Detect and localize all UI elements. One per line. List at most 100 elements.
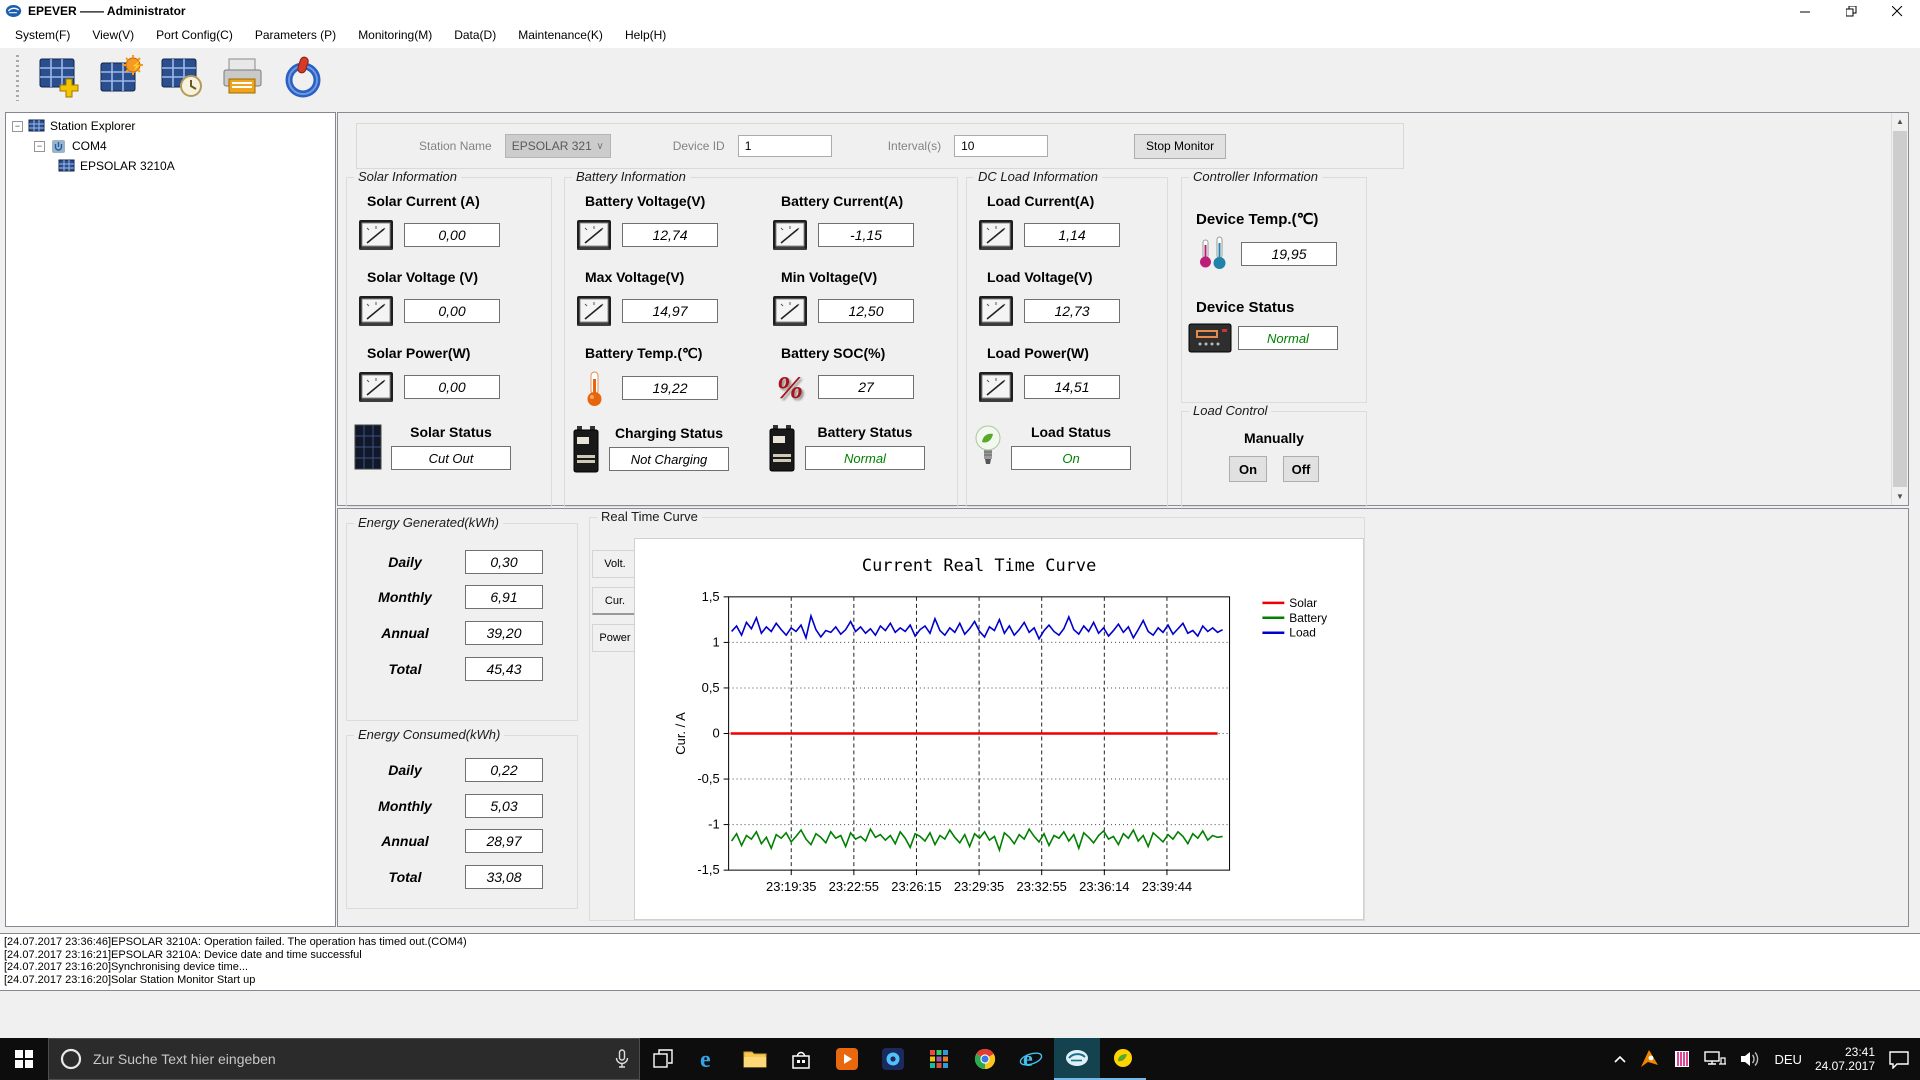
add-station-icon[interactable] (36, 55, 84, 101)
load-on-button[interactable]: On (1229, 456, 1267, 482)
menu-port-config[interactable]: Port Config(C) (145, 24, 244, 46)
meter-gauge-icon (771, 216, 809, 254)
file-explorer-icon[interactable] (732, 1038, 778, 1080)
device-temp-value: 19,95 (1241, 242, 1337, 266)
device-id-input[interactable]: 1 (737, 135, 832, 157)
gen-monthly-value: 6,91 (465, 585, 543, 609)
station-settings-icon[interactable]: ⚡ (97, 55, 145, 101)
station-name-select[interactable]: EPSOLAR 321 ∨ (504, 134, 611, 158)
battery-status-label: Battery Status (817, 424, 913, 440)
start-button[interactable] (0, 1038, 48, 1080)
app-grid-icon[interactable] (916, 1038, 962, 1080)
svg-text:Current Real Time Curve: Current Real Time Curve (862, 555, 1096, 575)
battery-status-value: Normal (805, 446, 925, 470)
chevron-up-icon[interactable] (1613, 1054, 1627, 1064)
player-app-icon[interactable] (870, 1038, 916, 1080)
microphone-icon[interactable] (615, 1049, 629, 1069)
gen-annual-label: Annual (381, 625, 429, 641)
battery-soc-value: 27 (818, 375, 914, 399)
load-off-button[interactable]: Off (1283, 456, 1319, 482)
stop-monitor-button[interactable]: Stop Monitor (1134, 133, 1227, 159)
taskbar-search-input[interactable]: Zur Suche Text hier eingeben (48, 1038, 640, 1080)
internet-explorer-icon[interactable]: e (1008, 1038, 1054, 1080)
svg-text:Battery: Battery (1289, 611, 1327, 625)
media-player-icon[interactable] (824, 1038, 870, 1080)
tab-power[interactable]: Power (592, 624, 638, 652)
charging-status-label: Charging Status (614, 425, 724, 441)
clock-time: 23:41 (1844, 1045, 1875, 1059)
menu-monitoring[interactable]: Monitoring(M) (347, 24, 443, 46)
menu-parameters[interactable]: Parameters (P) (244, 24, 347, 46)
svg-text:Solar: Solar (1289, 596, 1317, 610)
toolbar: ⚡ (0, 48, 1920, 108)
task-view-icon[interactable] (640, 1038, 686, 1080)
solar-voltage-value: 0,00 (404, 299, 500, 323)
action-center-icon[interactable] (1888, 1049, 1910, 1069)
battery-voltage-label: Battery Voltage(V) (585, 193, 706, 209)
cortana-icon (60, 1048, 82, 1070)
epever-app-taskbar-icon[interactable] (1054, 1038, 1100, 1080)
edge-icon[interactable]: e (686, 1038, 732, 1080)
meter-gauge-icon (357, 368, 395, 406)
scrollbar-thumb[interactable] (1892, 130, 1908, 488)
con-daily-label: Daily (388, 762, 422, 778)
controller-device-icon (1188, 323, 1232, 353)
tree-node-com4[interactable]: − COM4 (6, 136, 335, 156)
menu-view[interactable]: View(V) (81, 24, 145, 46)
scroll-up-icon[interactable]: ▲ (1892, 113, 1908, 130)
menu-maintenance[interactable]: Maintenance(K) (507, 24, 614, 46)
station-form: Station Name EPSOLAR 321 ∨ Device ID 1 I… (356, 123, 1404, 169)
meter-gauge-icon (357, 216, 395, 254)
meter-gauge-icon (575, 292, 613, 330)
menu-data[interactable]: Data(D) (443, 24, 507, 46)
scroll-down-icon[interactable]: ▼ (1892, 488, 1908, 505)
min-voltage-label: Min Voltage(V) (781, 269, 878, 285)
volume-icon[interactable] (1739, 1050, 1761, 1068)
real-time-curve-group: Real Time Curve Volt. Cur. Power Current… (589, 509, 1365, 921)
vertical-scrollbar[interactable]: ▲ ▼ (1891, 113, 1908, 505)
battery-icon (767, 424, 797, 472)
min-voltage-value: 12,50 (818, 299, 914, 323)
search-placeholder: Zur Suche Text hier eingeben (93, 1051, 276, 1067)
store-icon[interactable] (778, 1038, 824, 1080)
avast-antivirus-icon[interactable] (1640, 1049, 1660, 1069)
menu-system[interactable]: System(F) (4, 24, 81, 46)
battery-information-title: Battery Information (572, 169, 690, 184)
yellow-app-taskbar-icon[interactable] (1100, 1038, 1146, 1080)
svg-text:Cur. / A: Cur. / A (673, 712, 688, 755)
controller-information-group: Controller Information Device Temp.(℃) 1… (1181, 169, 1367, 403)
tab-volt[interactable]: Volt. (592, 550, 638, 578)
solar-voltage-label: Solar Voltage (V) (367, 269, 478, 285)
taskbar-clock[interactable]: 23:41 24.07.2017 (1815, 1045, 1875, 1073)
tree-node-station-explorer[interactable]: − Station Explorer (6, 116, 335, 136)
con-total-label: Total (388, 869, 422, 885)
collapse-icon[interactable]: − (12, 120, 23, 132)
battery-temp-value: 19,22 (622, 376, 718, 400)
manually-label: Manually (1244, 430, 1304, 446)
power-exit-icon[interactable] (280, 55, 328, 101)
device-id-label: Device ID (672, 139, 725, 153)
gen-total-value: 45,43 (465, 657, 543, 681)
load-status-label: Load Status (1030, 424, 1112, 440)
tab-cur[interactable]: Cur. (592, 587, 638, 615)
tree-node-epsolar-3210a[interactable]: EPSOLAR 3210A (6, 156, 335, 176)
interval-input[interactable]: 10 (954, 135, 1049, 157)
station-time-icon[interactable] (158, 55, 206, 101)
chrome-icon[interactable] (962, 1038, 1008, 1080)
energy-consumed-group: Energy Consumed(kWh) Daily 0,22 Monthly … (346, 727, 578, 909)
language-indicator[interactable]: DEU (1774, 1052, 1801, 1067)
energy-generated-title: Energy Generated(kWh) (354, 515, 503, 530)
restore-button[interactable] (1828, 0, 1874, 22)
network-icon[interactable] (1704, 1050, 1727, 1068)
close-button[interactable] (1874, 0, 1920, 22)
input-method-icon[interactable] (1673, 1050, 1691, 1068)
minimize-button[interactable] (1782, 0, 1828, 22)
menu-help[interactable]: Help(H) (614, 24, 677, 46)
tree-label-com4: COM4 (72, 139, 107, 153)
battery-information-group: Battery Information Battery Voltage(V) 1… (564, 169, 958, 507)
collapse-icon[interactable]: − (34, 140, 45, 152)
device-status-label: Device Status (1196, 299, 1295, 316)
print-icon[interactable] (219, 55, 267, 101)
svg-text:23:19:35: 23:19:35 (766, 879, 816, 894)
load-voltage-value: 12,73 (1024, 299, 1120, 323)
